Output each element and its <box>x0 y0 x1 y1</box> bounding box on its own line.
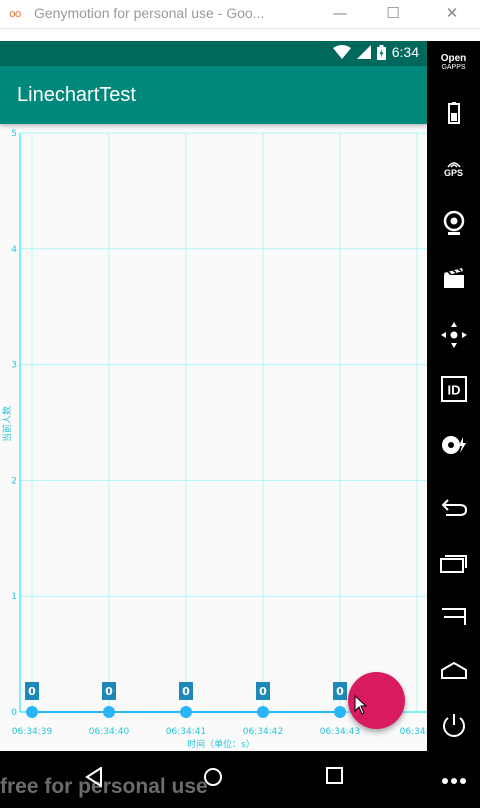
window-title: Genymotion for personal use - Goo... <box>34 5 265 21</box>
gps-icon <box>446 161 461 168</box>
open-gapps-button[interactable]: Open GAPPS <box>427 49 480 75</box>
menu-icon[interactable] <box>427 605 480 627</box>
wifi-icon <box>332 45 351 59</box>
y-tick-label: 4 <box>11 245 17 255</box>
x-tick-label: 06:34:39 <box>12 727 53 737</box>
y-tick-label: 3 <box>11 361 17 371</box>
screencast-icon[interactable] <box>427 265 480 291</box>
dpad-icon[interactable] <box>427 321 480 349</box>
signal-icon <box>356 45 371 59</box>
data-label: 0 <box>182 685 190 698</box>
x-tick-label: 06:34:40 <box>89 727 130 737</box>
close-icon[interactable]: ✕ <box>437 0 467 29</box>
data-point <box>257 706 269 718</box>
x-tick-label: 06:34:43 <box>320 727 360 737</box>
more-icon[interactable] <box>427 771 480 791</box>
battery-widget-icon[interactable] <box>427 100 480 126</box>
x-tick-label: 06:34:42 <box>243 727 283 737</box>
device-id-label: ID <box>447 383 460 398</box>
home-icon[interactable] <box>427 657 480 683</box>
data-label: 0 <box>105 685 113 698</box>
device-id-button[interactable]: ID <box>427 375 480 403</box>
minimize-icon[interactable]: — <box>325 0 355 29</box>
open-gapps-sublabel: GAPPS <box>441 63 466 71</box>
genymotion-logo-icon: oo <box>9 7 22 20</box>
data-label: 0 <box>336 685 344 698</box>
y-tick-label: 2 <box>11 476 17 486</box>
y-tick-label: 5 <box>11 129 17 139</box>
data-label: 0 <box>259 685 267 698</box>
data-point <box>103 706 115 718</box>
status-time: 6:34 <box>391 44 419 60</box>
app-title: LinechartTest <box>17 84 136 106</box>
disk-io-icon[interactable] <box>427 431 480 459</box>
power-icon[interactable] <box>427 711 480 741</box>
x-tick-label: 06:34:41 <box>166 727 206 737</box>
webcam-icon[interactable] <box>427 209 480 237</box>
battery-icon <box>376 44 386 60</box>
back-icon[interactable] <box>427 493 480 521</box>
data-point <box>26 706 38 718</box>
genymotion-toolbar: Open GAPPS GPS ID <box>427 41 480 808</box>
status-bar: 6:34 <box>0 41 427 66</box>
maximize-icon[interactable]: ☐ <box>378 0 408 29</box>
mouse-cursor-icon <box>354 695 368 715</box>
y-tick-label: 0 <box>11 708 17 718</box>
gps-label: GPS <box>443 167 463 178</box>
y-tick-label: 1 <box>11 592 17 602</box>
window-titlebar: oo Genymotion for personal use - Goo... … <box>0 0 480 29</box>
nav-back-icon[interactable] <box>85 767 103 787</box>
data-point <box>334 706 346 718</box>
data-point <box>180 706 192 718</box>
x-axis-title: 时间（单位：s） <box>187 738 255 750</box>
data-label: 0 <box>28 685 36 698</box>
device-screen: 6:34 LinechartTest 0 1 2 3 4 5 06:34:39 06:34:4… <box>0 41 427 751</box>
nav-home-icon[interactable] <box>203 767 223 787</box>
open-gapps-label: Open <box>440 52 467 64</box>
x-tick-label: 06:34:4 <box>400 727 427 737</box>
line-chart: 01234506:34:39 06:34:40 06:34:41 06:34:42 06… <box>1 129 427 750</box>
nav-recents-icon[interactable] <box>326 767 343 784</box>
watermark-text: free for personal use <box>0 775 208 798</box>
gps-button[interactable]: GPS <box>427 155 480 181</box>
recent-apps-icon[interactable] <box>427 549 480 577</box>
y-axis-title: 当前人数 <box>1 406 13 442</box>
app-bar: LinechartTest <box>0 66 427 124</box>
